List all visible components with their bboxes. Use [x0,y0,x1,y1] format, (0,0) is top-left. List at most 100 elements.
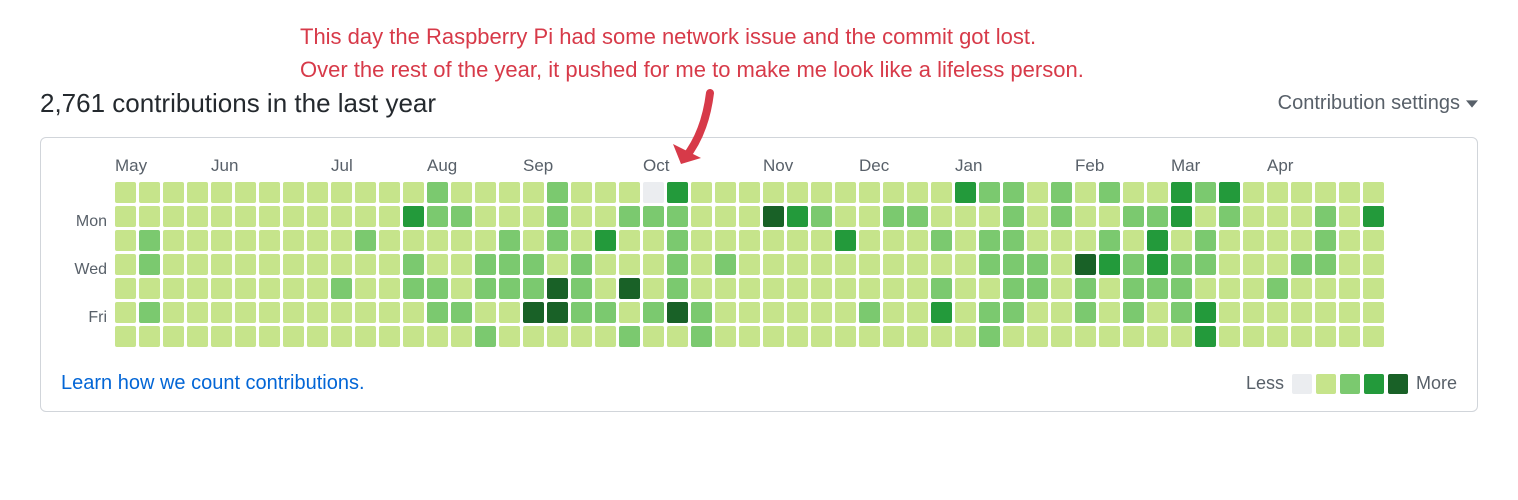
contribution-day-cell[interactable] [619,326,640,347]
contribution-day-cell[interactable] [907,302,928,323]
contribution-day-cell[interactable] [571,326,592,347]
contribution-day-cell[interactable] [1315,206,1336,227]
contribution-day-cell[interactable] [355,278,376,299]
contribution-day-cell[interactable] [1339,254,1360,275]
contribution-day-cell[interactable] [883,230,904,251]
contribution-day-cell[interactable] [403,302,424,323]
contribution-day-cell[interactable] [451,182,472,203]
contribution-day-cell[interactable] [1003,182,1024,203]
contribution-day-cell[interactable] [283,254,304,275]
contribution-day-cell[interactable] [1291,326,1312,347]
learn-contributions-link[interactable]: Learn how we count contributions. [61,372,365,395]
contribution-day-cell[interactable] [1099,182,1120,203]
contribution-day-cell[interactable] [979,206,1000,227]
contribution-day-cell[interactable] [1363,206,1384,227]
contribution-day-cell[interactable] [1075,326,1096,347]
contribution-day-cell[interactable] [307,254,328,275]
contribution-day-cell[interactable] [1243,302,1264,323]
contribution-day-cell[interactable] [1147,278,1168,299]
contribution-day-cell[interactable] [571,206,592,227]
contribution-day-cell[interactable] [523,254,544,275]
contribution-day-cell[interactable] [1123,278,1144,299]
contribution-day-cell[interactable] [547,182,568,203]
contribution-day-cell[interactable] [355,326,376,347]
contribution-day-cell[interactable] [1075,278,1096,299]
contribution-day-cell[interactable] [307,326,328,347]
contribution-day-cell[interactable] [787,278,808,299]
contribution-day-cell[interactable] [979,278,1000,299]
contribution-day-cell[interactable] [1075,182,1096,203]
contribution-day-cell[interactable] [379,206,400,227]
contribution-day-cell[interactable] [1363,254,1384,275]
contribution-day-cell[interactable] [1075,302,1096,323]
contribution-day-cell[interactable] [355,182,376,203]
contribution-day-cell[interactable] [139,254,160,275]
contribution-day-cell[interactable] [1051,278,1072,299]
contribution-day-cell[interactable] [1147,206,1168,227]
contribution-day-cell[interactable] [1315,278,1336,299]
contribution-day-cell[interactable] [499,230,520,251]
contribution-day-cell[interactable] [787,230,808,251]
contribution-day-cell[interactable] [1123,206,1144,227]
contribution-day-cell[interactable] [1123,230,1144,251]
contribution-day-cell[interactable] [1267,182,1288,203]
contribution-day-cell[interactable] [403,326,424,347]
contribution-day-cell[interactable] [835,326,856,347]
contribution-day-cell[interactable] [187,302,208,323]
contribution-day-cell[interactable] [283,326,304,347]
contribution-day-cell[interactable] [1051,254,1072,275]
contribution-day-cell[interactable] [115,230,136,251]
contribution-day-cell[interactable] [235,206,256,227]
contribution-day-cell[interactable] [427,230,448,251]
contribution-day-cell[interactable] [379,230,400,251]
contribution-day-cell[interactable] [1243,278,1264,299]
contribution-day-cell[interactable] [451,326,472,347]
contribution-day-cell[interactable] [667,326,688,347]
contribution-day-cell[interactable] [811,230,832,251]
contribution-day-cell[interactable] [787,326,808,347]
contribution-day-cell[interactable] [1075,206,1096,227]
contribution-day-cell[interactable] [283,182,304,203]
contribution-day-cell[interactable] [907,254,928,275]
contribution-day-cell[interactable] [787,302,808,323]
contribution-day-cell[interactable] [931,278,952,299]
contribution-day-cell[interactable] [763,206,784,227]
contribution-day-cell[interactable] [715,326,736,347]
contribution-day-cell[interactable] [1219,326,1240,347]
contribution-day-cell[interactable] [1003,230,1024,251]
contribution-day-cell[interactable] [1027,326,1048,347]
contribution-day-cell[interactable] [691,254,712,275]
contribution-day-cell[interactable] [907,278,928,299]
contribution-day-cell[interactable] [1195,182,1216,203]
contribution-day-cell[interactable] [1339,278,1360,299]
contribution-day-cell[interactable] [1339,302,1360,323]
contribution-day-cell[interactable] [1027,206,1048,227]
contribution-day-cell[interactable] [1027,230,1048,251]
contribution-day-cell[interactable] [619,206,640,227]
contribution-day-cell[interactable] [931,326,952,347]
contribution-day-cell[interactable] [331,230,352,251]
contribution-day-cell[interactable] [619,182,640,203]
contribution-day-cell[interactable] [691,326,712,347]
contribution-day-cell[interactable] [1003,278,1024,299]
contribution-day-cell[interactable] [931,254,952,275]
contribution-day-cell[interactable] [667,230,688,251]
contribution-day-cell[interactable] [1291,230,1312,251]
contribution-day-cell[interactable] [115,278,136,299]
contribution-day-cell[interactable] [259,230,280,251]
contribution-day-cell[interactable] [187,206,208,227]
contribution-day-cell[interactable] [379,278,400,299]
contribution-day-cell[interactable] [235,182,256,203]
contribution-day-cell[interactable] [907,206,928,227]
contribution-day-cell[interactable] [355,302,376,323]
contribution-day-cell[interactable] [1315,254,1336,275]
contribution-day-cell[interactable] [259,206,280,227]
contribution-day-cell[interactable] [331,302,352,323]
contribution-day-cell[interactable] [235,302,256,323]
contribution-day-cell[interactable] [931,206,952,227]
contribution-day-cell[interactable] [1339,182,1360,203]
contribution-day-cell[interactable] [955,254,976,275]
contribution-day-cell[interactable] [955,230,976,251]
contribution-day-cell[interactable] [883,254,904,275]
contribution-day-cell[interactable] [187,326,208,347]
